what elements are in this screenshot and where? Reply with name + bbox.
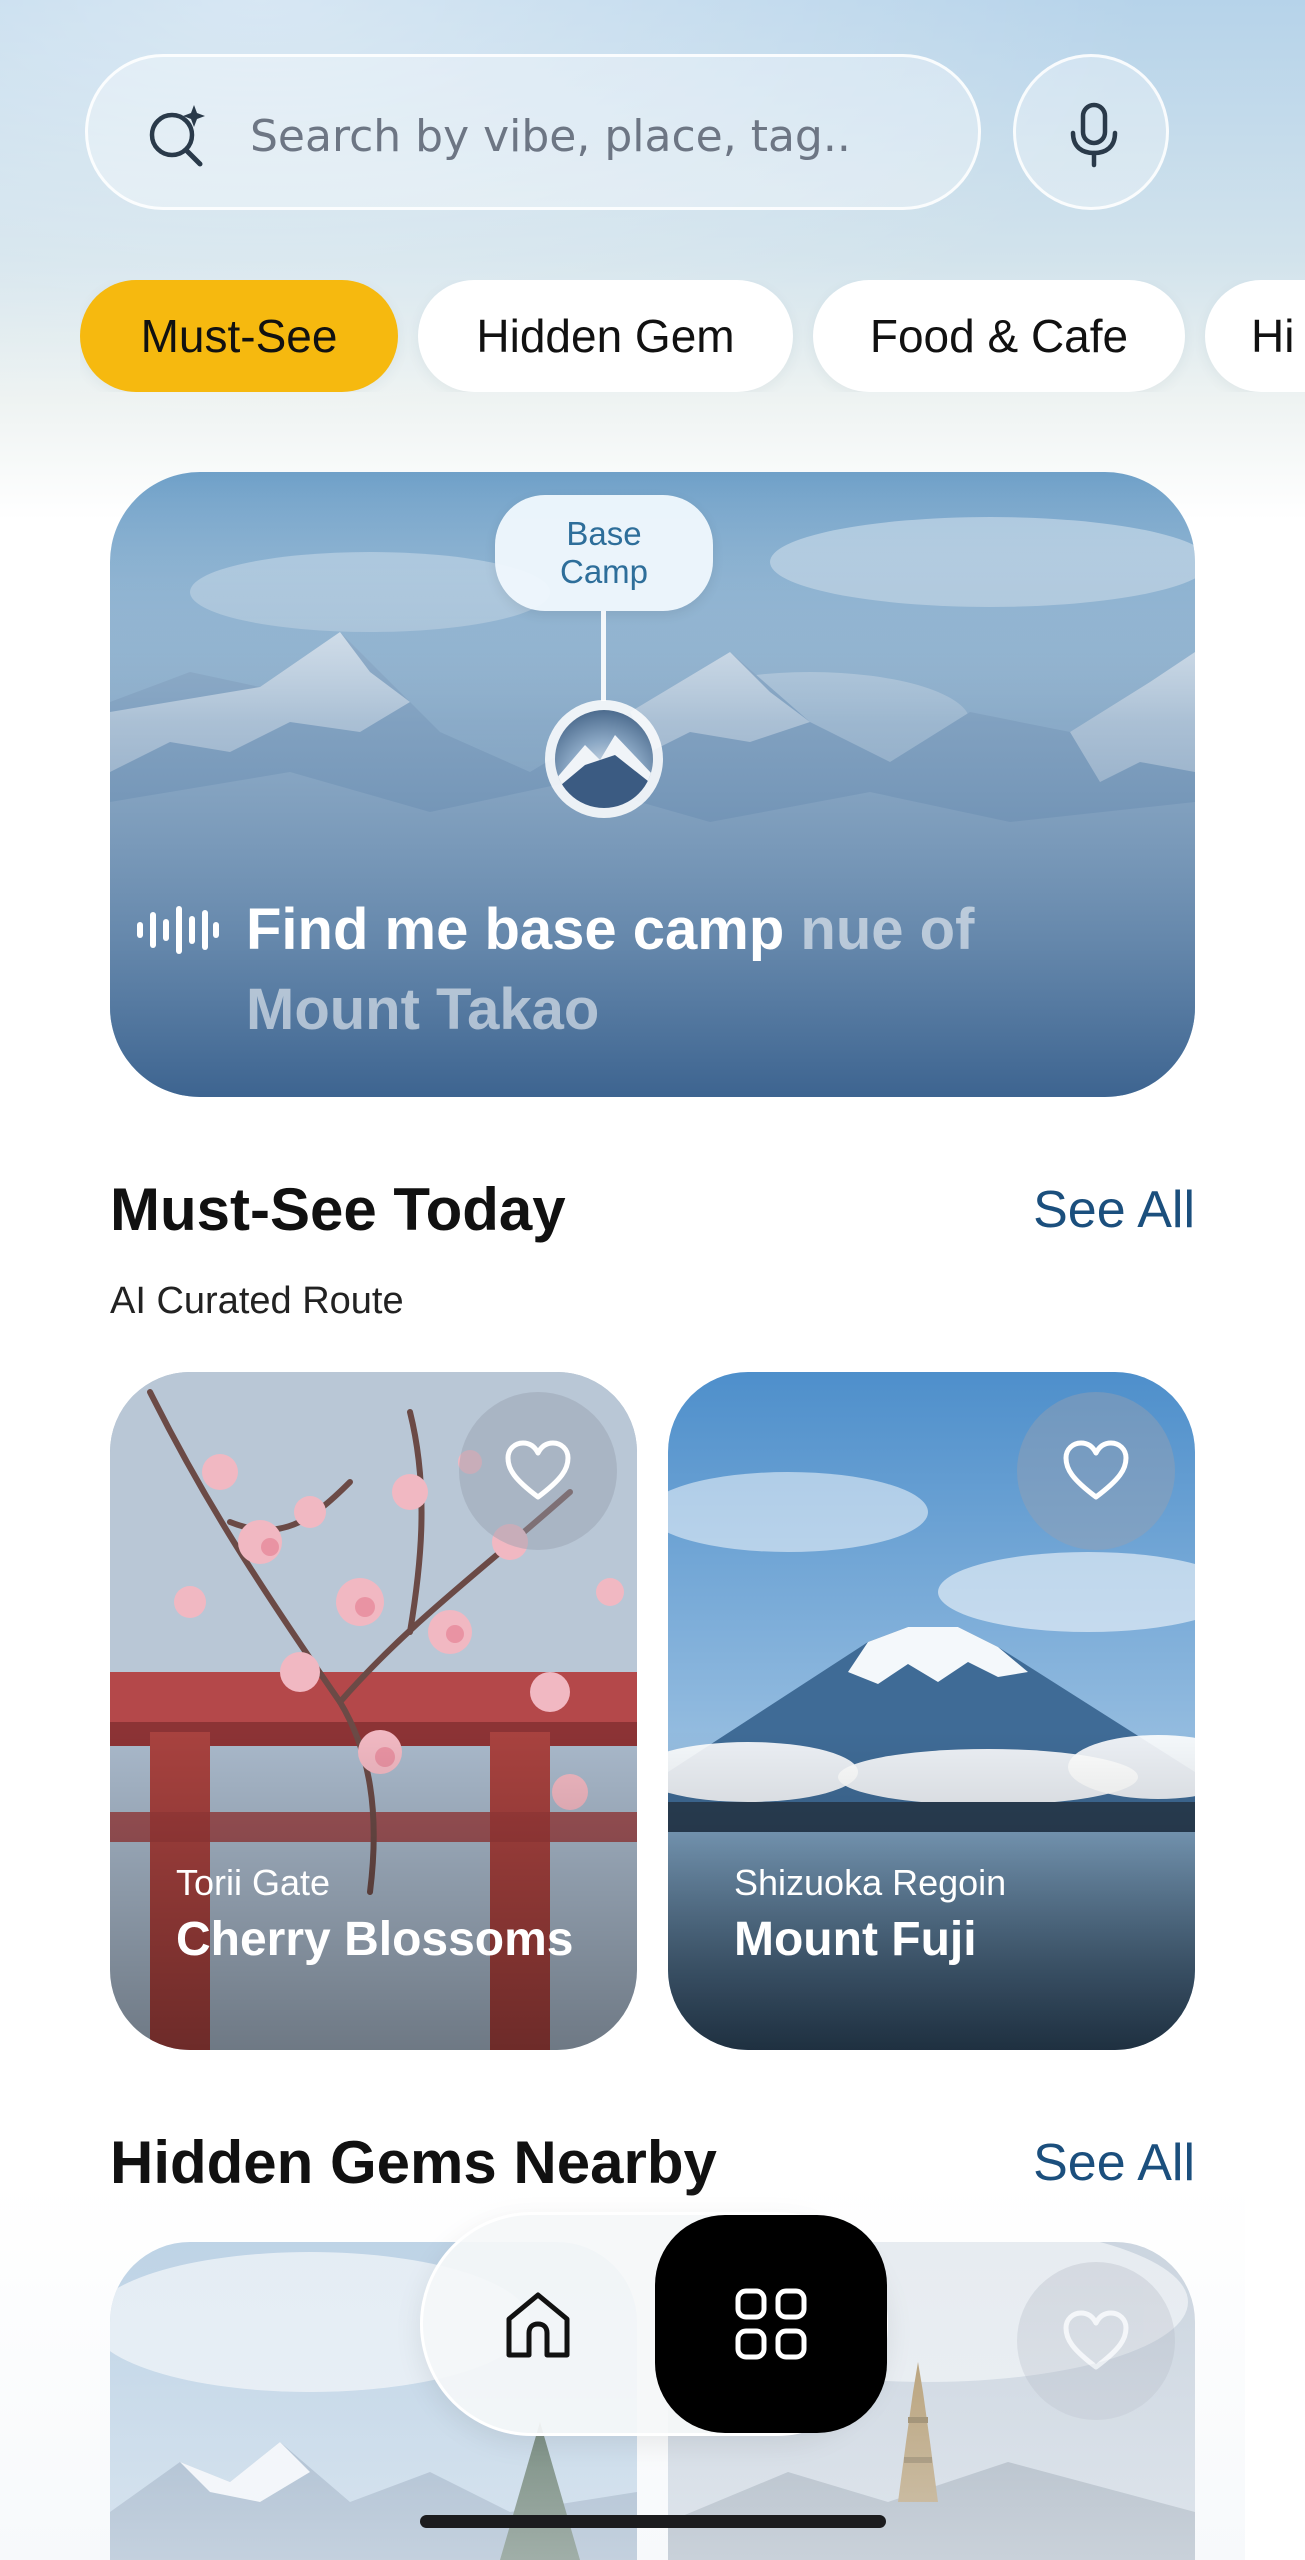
voice-query-pending: nue of	[784, 897, 975, 962]
home-icon	[506, 2292, 570, 2358]
voice-query-pending-line2: Mount Takao	[246, 977, 600, 1042]
favorite-button[interactable]	[1017, 1392, 1175, 1550]
chip-hidden-gem[interactable]: Hidden Gem	[418, 280, 793, 392]
section-subtitle-ai-route: AI Curated Route	[110, 1280, 404, 1322]
heart-icon	[505, 1440, 571, 1500]
pin-label-line2: Camp	[559, 553, 649, 590]
card-title: Cherry Blossoms	[176, 1913, 574, 1966]
place-card-mount-fuji[interactable]: Shizuoka Regoin Mount Fuji	[668, 1372, 1195, 2050]
search-sparkle-icon	[149, 105, 205, 167]
nav-home-button[interactable]	[468, 2255, 608, 2395]
voice-wave-icon	[137, 906, 219, 954]
bottom-navigation	[420, 2212, 888, 2436]
microphone-icon	[1070, 102, 1118, 168]
chip-partial[interactable]: Hi	[1205, 280, 1305, 392]
see-all-hidden-gems-link[interactable]: See All	[1033, 2133, 1195, 2193]
chip-must-see[interactable]: Must-See	[80, 280, 398, 392]
card-subtitle: Shizuoka Regoin	[734, 1862, 1007, 1903]
voice-search-button[interactable]	[1013, 54, 1169, 210]
heart-icon	[1063, 2310, 1129, 2370]
section-title-must-see: Must-See Today	[110, 1176, 566, 1243]
pin-label-line1: Base	[566, 515, 642, 552]
heart-icon	[1063, 1440, 1129, 1500]
location-pin-avatar[interactable]	[545, 700, 663, 818]
nav-grid-button[interactable]	[655, 2215, 887, 2433]
pin-thumbnail	[555, 710, 653, 808]
see-all-must-see-link[interactable]: See All	[1033, 1180, 1195, 1240]
search-bar[interactable]	[85, 54, 981, 210]
card-subtitle: Torii Gate	[176, 1862, 331, 1903]
home-indicator	[420, 2515, 886, 2528]
grid-icon	[735, 2288, 807, 2360]
place-card-cherry-blossoms[interactable]: Torii Gate Cherry Blossoms	[110, 1372, 637, 2050]
pin-connector	[601, 611, 606, 701]
base-camp-pin-label[interactable]: Base Camp	[495, 495, 713, 611]
voice-query-recognized: Find me base camp	[246, 897, 785, 962]
voice-query-text: Find me base camp nue of Mount Takao	[246, 890, 1106, 1050]
section-title-hidden-gems: Hidden Gems Nearby	[110, 2129, 717, 2196]
chip-food-cafe[interactable]: Food & Cafe	[813, 280, 1185, 392]
favorite-button[interactable]	[1017, 2262, 1175, 2420]
favorite-button[interactable]	[459, 1392, 617, 1550]
filter-chips: Must-See Hidden Gem Food & Cafe Hi	[80, 280, 1305, 392]
card-title: Mount Fuji	[734, 1913, 977, 1966]
search-input[interactable]	[248, 97, 952, 175]
